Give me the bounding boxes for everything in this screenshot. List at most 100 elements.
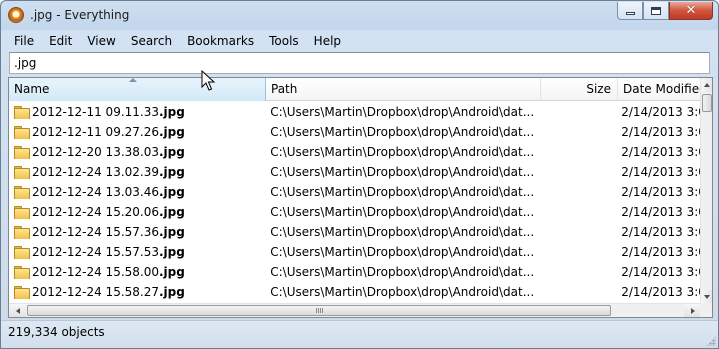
- scroll-left-button[interactable]: [9, 304, 26, 317]
- results-list: Name Path Size Date Modified 2012-12-11 …: [8, 77, 713, 318]
- menu-edit[interactable]: Edit: [41, 32, 79, 50]
- folder-icon: [14, 246, 30, 259]
- folder-icon: [14, 106, 30, 119]
- horizontal-scrollbar[interactable]: [9, 303, 701, 317]
- cell-date: 2/14/2013 3:06: [621, 245, 701, 259]
- vertical-scrollbar[interactable]: [700, 78, 712, 304]
- table-row[interactable]: 2012-12-24 15.58.00 .jpg C:\Users\Martin\D…: [9, 262, 701, 282]
- file-name-base: 2012-12-24 13.02.39: [32, 165, 159, 179]
- mouse-cursor-icon: [201, 70, 215, 91]
- cell-name: 2012-12-24 13.02.39 .jpg: [9, 165, 265, 179]
- minimize-button[interactable]: [617, 2, 643, 20]
- cell-path: C:\Users\Martin\Dropbox\drop\Android\dat…: [270, 285, 535, 299]
- file-name-ext: .jpg: [159, 185, 185, 199]
- table-row[interactable]: 2012-12-24 15.20.06 .jpg C:\Users\Martin\D…: [9, 202, 701, 222]
- search-input[interactable]: .jpg: [9, 52, 710, 74]
- everything-app-icon[interactable]: [8, 7, 24, 23]
- cell-date: 2/14/2013 3:06: [621, 225, 701, 239]
- cell-path: C:\Users\Martin\Dropbox\drop\Android\dat…: [270, 245, 535, 259]
- cell-date: 2/14/2013 3:05: [621, 165, 701, 179]
- folder-icon: [14, 206, 30, 219]
- arrow-left-icon: [15, 307, 20, 314]
- everything-window: .jpg - Everything ✕ File Edit View Searc…: [0, 0, 719, 349]
- status-bar: 219,334 objects: [1, 320, 718, 348]
- table-row[interactable]: 2012-12-24 15.57.36 .jpg C:\Users\Martin\D…: [9, 222, 701, 242]
- horizontal-scroll-thumb[interactable]: [27, 305, 611, 316]
- maximize-icon: [651, 6, 661, 15]
- scroll-up-button[interactable]: [701, 78, 712, 92]
- file-name-ext: .jpg: [159, 265, 185, 279]
- scroll-grip-icon: [316, 308, 323, 313]
- column-header-size[interactable]: Size: [541, 78, 618, 101]
- folder-icon: [14, 126, 30, 139]
- column-header-path[interactable]: Path: [266, 78, 541, 101]
- menu-file[interactable]: File: [6, 32, 41, 50]
- maximize-button[interactable]: [643, 2, 669, 20]
- menu-view[interactable]: View: [79, 32, 122, 50]
- file-name-base: 2012-12-11 09.11.33: [32, 105, 159, 119]
- minimize-icon: [625, 12, 635, 15]
- file-name-ext: .jpg: [159, 225, 185, 239]
- table-row[interactable]: 2012-12-11 09.11.33 .jpg C:\Users\Martin\D…: [9, 102, 701, 122]
- arrow-up-icon: [704, 83, 710, 87]
- menu-help[interactable]: Help: [306, 32, 348, 50]
- file-name-base: 2012-12-11 09.27.26: [32, 125, 159, 139]
- file-name-base: 2012-12-24 15.57.36: [32, 225, 159, 239]
- menu-search[interactable]: Search: [123, 32, 179, 50]
- table-row[interactable]: 2012-12-24 15.57.53 .jpg C:\Users\Martin\D…: [9, 242, 701, 262]
- table-row[interactable]: 2012-12-20 13.38.03 .jpg C:\Users\Martin\D…: [9, 142, 701, 162]
- folder-icon: [14, 286, 30, 299]
- vertical-scroll-thumb[interactable]: [702, 94, 712, 112]
- menu-bookmarks[interactable]: Bookmarks: [179, 32, 261, 50]
- cell-name: 2012-12-24 13.03.46 .jpg: [9, 185, 265, 199]
- cell-date: 2/14/2013 3:04: [621, 105, 701, 119]
- column-header-size-label: Size: [586, 82, 611, 96]
- cell-date: 2/14/2013 3:06: [621, 205, 701, 219]
- cell-name: 2012-12-11 09.27.26 .jpg: [9, 125, 265, 139]
- arrow-down-icon: [704, 295, 710, 299]
- arrow-right-icon: [690, 307, 695, 314]
- file-name-base: 2012-12-20 13.38.03: [32, 145, 159, 159]
- scroll-down-button[interactable]: [701, 290, 712, 304]
- cell-name: 2012-12-11 09.11.33 .jpg: [9, 105, 265, 119]
- cell-path: C:\Users\Martin\Dropbox\drop\Android\dat…: [270, 265, 535, 279]
- cell-path: C:\Users\Martin\Dropbox\drop\Android\dat…: [270, 185, 535, 199]
- close-icon: ✕: [685, 3, 697, 18]
- file-name-base: 2012-12-24 15.20.06: [32, 205, 159, 219]
- file-name-base: 2012-12-24 13.03.46: [32, 185, 159, 199]
- cell-path: C:\Users\Martin\Dropbox\drop\Android\dat…: [270, 125, 535, 139]
- column-header-name[interactable]: Name: [9, 78, 266, 101]
- file-name-ext: .jpg: [159, 165, 185, 179]
- sort-ascending-icon: [129, 78, 137, 82]
- table-row[interactable]: 2012-12-24 15.58.27 .jpg C:\Users\Martin\D…: [9, 282, 701, 302]
- cell-name: 2012-12-24 15.57.53 .jpg: [9, 245, 265, 259]
- cell-path: C:\Users\Martin\Dropbox\drop\Android\dat…: [270, 105, 535, 119]
- cell-path: C:\Users\Martin\Dropbox\drop\Android\dat…: [270, 225, 535, 239]
- table-row[interactable]: 2012-12-11 09.27.26 .jpg C:\Users\Martin\D…: [9, 122, 701, 142]
- table-row[interactable]: 2012-12-24 13.02.39 .jpg C:\Users\Martin\D…: [9, 162, 701, 182]
- file-name-ext: .jpg: [159, 145, 185, 159]
- file-name-ext: .jpg: [159, 105, 185, 119]
- cell-date: 2/14/2013 3:05: [621, 185, 701, 199]
- cell-name: 2012-12-24 15.57.36 .jpg: [9, 225, 265, 239]
- list-header: Name Path Size Date Modified: [9, 78, 701, 101]
- column-header-date[interactable]: Date Modified: [618, 78, 701, 101]
- folder-icon: [14, 226, 30, 239]
- folder-icon: [14, 146, 30, 159]
- cell-date: 2/14/2013 3:06: [621, 265, 701, 279]
- resize-grip-icon[interactable]: [706, 336, 716, 346]
- cell-name: 2012-12-24 15.58.00 .jpg: [9, 265, 265, 279]
- file-name-ext: .jpg: [159, 245, 185, 259]
- table-row[interactable]: 2012-12-24 13.03.46 .jpg C:\Users\Martin\D…: [9, 182, 701, 202]
- scroll-right-button[interactable]: [684, 304, 701, 317]
- cell-name: 2012-12-24 15.20.06 .jpg: [9, 205, 265, 219]
- file-name-ext: .jpg: [159, 125, 185, 139]
- file-name-ext: .jpg: [159, 285, 185, 299]
- file-name-base: 2012-12-24 15.58.27: [32, 285, 159, 299]
- close-button[interactable]: ✕: [669, 2, 713, 20]
- file-name-ext: .jpg: [159, 205, 185, 219]
- folder-icon: [14, 166, 30, 179]
- menu-tools[interactable]: Tools: [261, 32, 306, 50]
- cell-path: C:\Users\Martin\Dropbox\drop\Android\dat…: [270, 205, 535, 219]
- title-bar[interactable]: .jpg - Everything ✕: [1, 1, 718, 30]
